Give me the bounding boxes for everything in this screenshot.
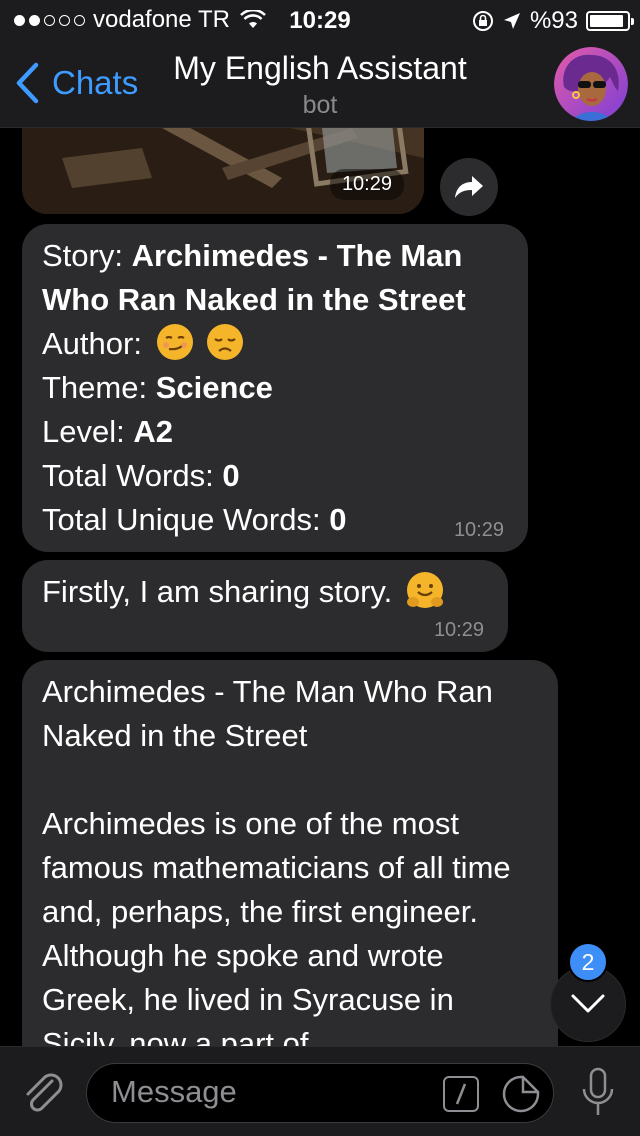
message-time: 10:29 [329, 169, 404, 200]
message-list[interactable]: 10:29 Story: Archimedes - The Man Who Ra… [0, 128, 640, 1046]
clock: 10:29 [289, 7, 351, 34]
photo-message[interactable]: 10:29 [22, 128, 424, 214]
microphone-icon[interactable] [578, 1065, 618, 1121]
smirking-face-emoji-icon [156, 324, 193, 360]
level-line: Level: A2 [42, 414, 173, 449]
bot-commands-icon[interactable] [443, 1076, 479, 1112]
battery-icon [586, 11, 634, 31]
story-message[interactable]: Archimedes - The Man Who Ran Naked in th… [22, 660, 558, 1046]
unread-badge: 2 [568, 942, 608, 982]
wifi-icon [240, 10, 266, 28]
story-text-body: Archimedes is one of the most famous mat… [42, 806, 511, 1046]
avatar[interactable] [554, 47, 628, 121]
status-bar: vodafone TR 10:29 %93 [0, 0, 640, 40]
total-words-line: Total Words: 0 [42, 458, 240, 493]
sharing-message[interactable]: Firstly, I am sharing story. 10:29 [22, 560, 508, 652]
share-arrow-icon [455, 176, 483, 198]
input-bar [0, 1046, 640, 1136]
chat-header[interactable]: My English Assistant bot [0, 50, 640, 120]
location-arrow-icon [503, 13, 520, 29]
battery-percent: %93 [529, 7, 578, 34]
sticker-icon[interactable] [501, 1074, 541, 1114]
hugging-face-emoji-icon [406, 572, 443, 608]
message-text: Firstly, I am sharing story. [42, 574, 393, 609]
author-line: Author: [42, 322, 508, 366]
rotation-lock-icon [472, 11, 493, 31]
message-input[interactable] [111, 1074, 431, 1110]
message-time: 10:29 [453, 519, 504, 541]
nav-bar: Chats My English Assistant bot [0, 40, 640, 128]
chevron-down-icon [571, 994, 605, 1013]
unique-words-line: Total Unique Words: 0 [42, 502, 347, 537]
share-button[interactable] [440, 158, 498, 216]
story-info-message[interactable]: Story: Archimedes - The Man Who Ran Nake… [22, 224, 528, 552]
theme-line: Theme: Science [42, 370, 273, 405]
disappointed-face-emoji-icon [207, 324, 244, 360]
chat-title: My English Assistant [173, 50, 467, 86]
paperclip-icon[interactable] [18, 1067, 68, 1117]
carrier-name: vodafone TR [93, 6, 230, 33]
story-text-title: Archimedes - The Man Who Ran Naked in th… [42, 674, 493, 753]
signal-strength-icon [14, 14, 85, 26]
story-line: Story: Archimedes - The Man Who Ran Nake… [42, 238, 466, 317]
chat-subtitle: bot [302, 91, 338, 119]
message-field[interactable] [86, 1063, 554, 1123]
message-time: 10:29 [433, 619, 484, 641]
